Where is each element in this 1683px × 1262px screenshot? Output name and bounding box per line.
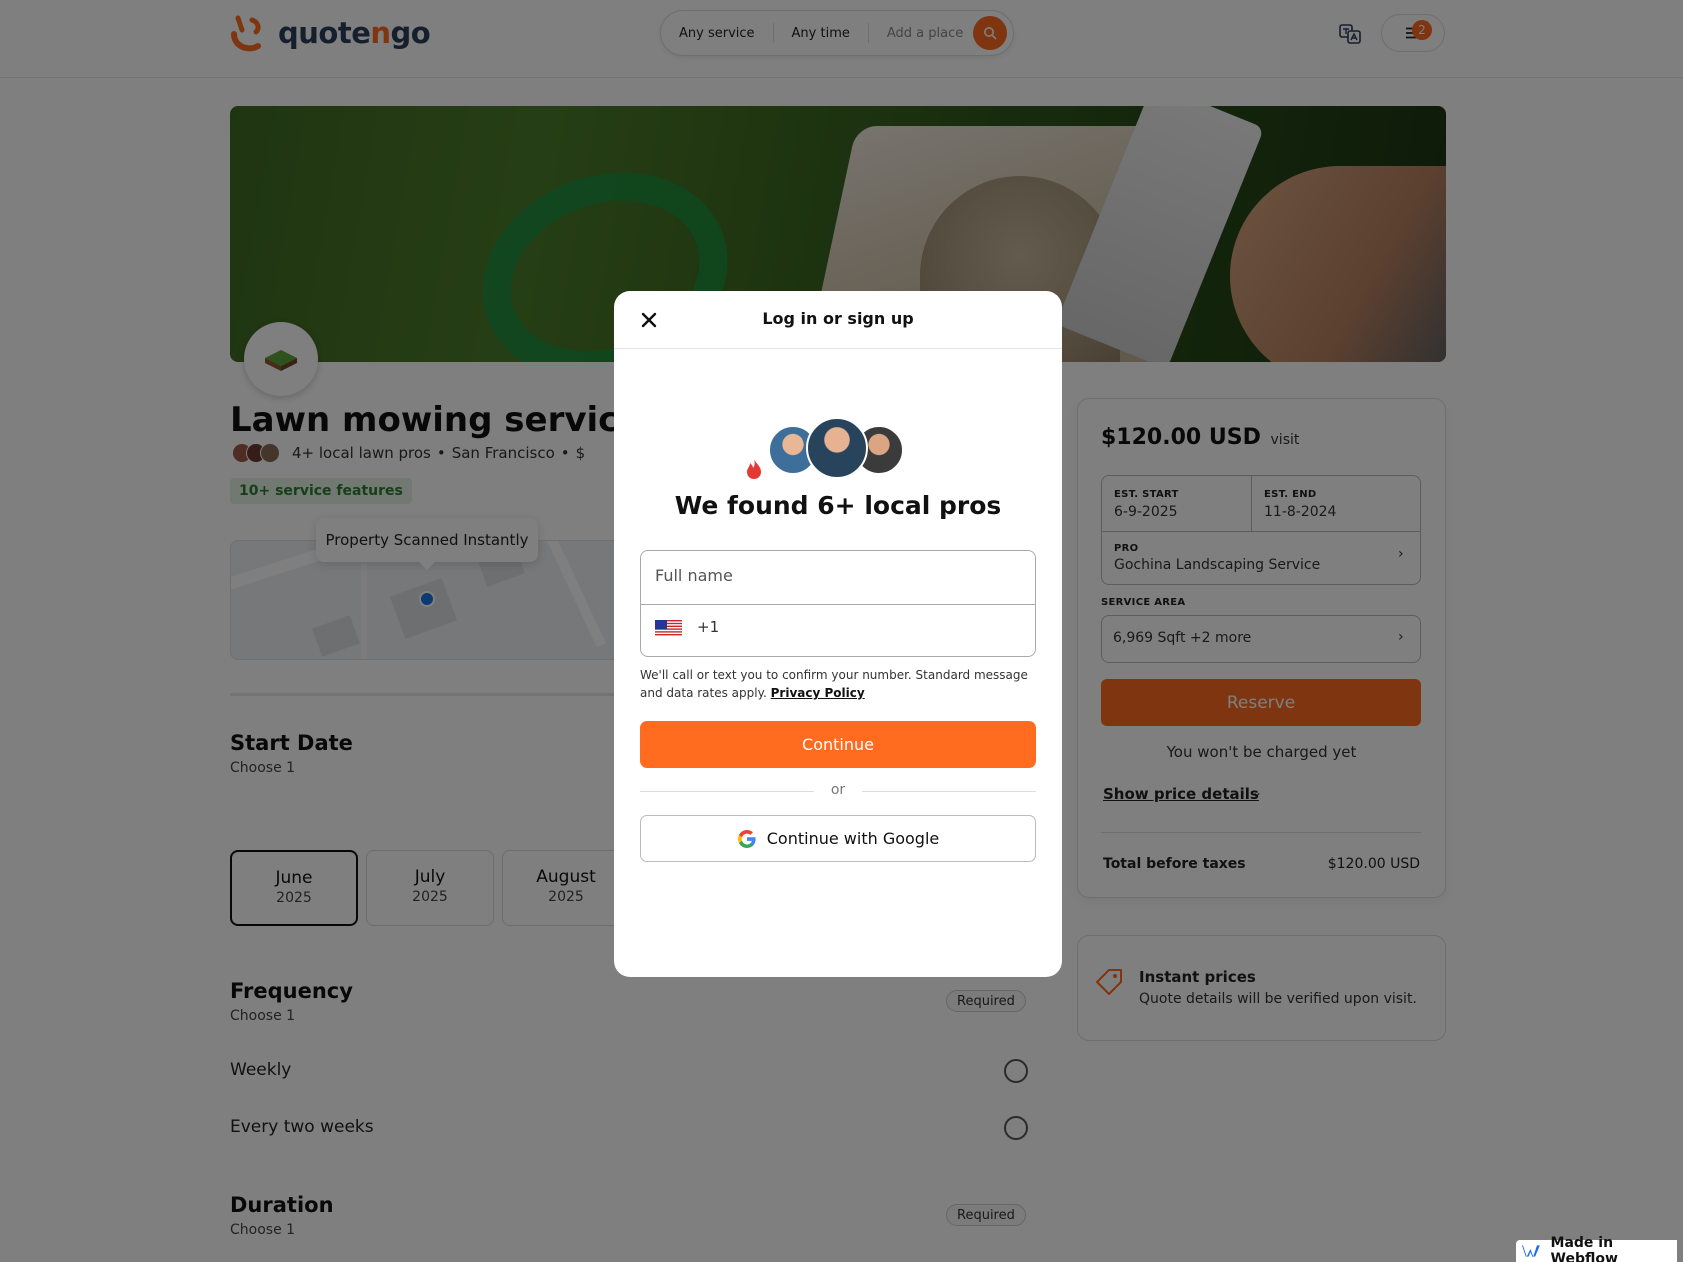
- pros-avatar-group: [768, 417, 908, 479]
- full-name-input[interactable]: Full name: [655, 566, 733, 585]
- webflow-badge-label: Made in Webflow: [1550, 1235, 1618, 1262]
- signup-form: Full name +1: [640, 550, 1036, 657]
- fire-icon: [740, 455, 768, 483]
- google-button-label: Continue with Google: [766, 829, 940, 848]
- form-divider: [641, 604, 1035, 605]
- google-icon: [737, 829, 756, 848]
- webflow-logo-icon: [1522, 1245, 1540, 1257]
- disclaimer-text: We'll call or text you to confirm your n…: [640, 668, 1028, 700]
- continue-button[interactable]: Continue: [640, 721, 1036, 768]
- made-in-webflow-badge[interactable]: Made in Webflow: [1516, 1235, 1677, 1262]
- pro-avatar: [806, 417, 868, 479]
- google-signin-button[interactable]: Continue with Google: [640, 815, 1036, 862]
- privacy-policy-link[interactable]: Privacy Policy: [771, 686, 865, 700]
- modal-header: Log in or sign up: [614, 291, 1062, 349]
- phone-input[interactable]: +1: [697, 618, 719, 636]
- login-modal: Log in or sign up We found 6+ local pros…: [614, 291, 1062, 977]
- us-flag-icon[interactable]: [655, 620, 682, 637]
- modal-title: Log in or sign up: [762, 309, 914, 328]
- or-text: or: [830, 782, 846, 798]
- found-pros-heading: We found 6+ local pros: [674, 491, 1002, 520]
